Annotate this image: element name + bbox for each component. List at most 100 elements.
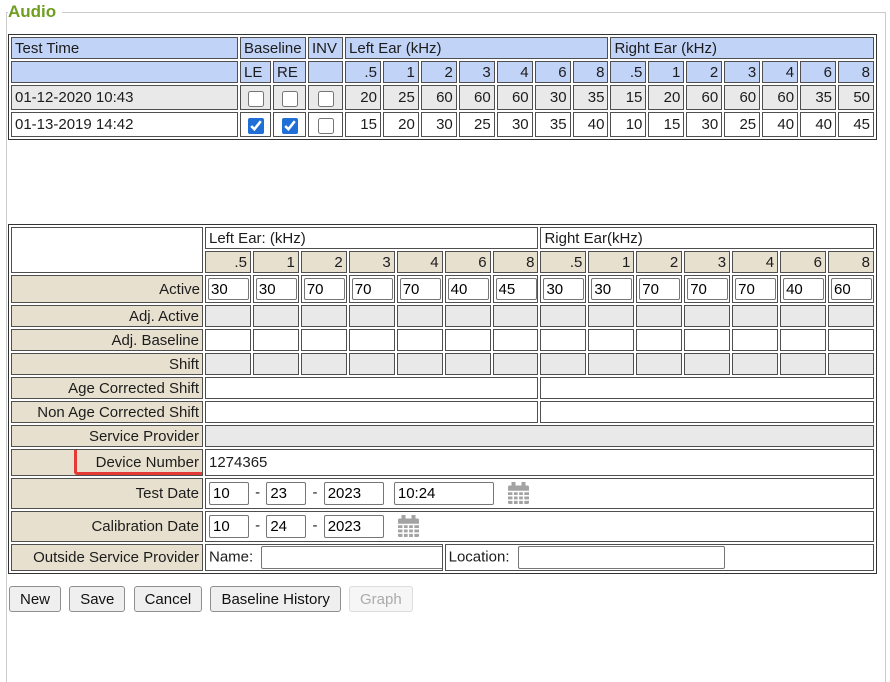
calibration-date-row: Calibration Date - - <box>11 511 874 542</box>
row-label-adj-active: Adj. Active <box>11 305 203 327</box>
col-header-left-ear: Left Ear (kHz) <box>345 37 608 59</box>
col-header-baseline: Baseline <box>240 37 306 59</box>
re-baseline-checkbox[interactable] <box>282 91 298 107</box>
age-corrected-shift-row: Age Corrected Shift <box>11 377 874 399</box>
re-baseline-checkbox[interactable] <box>282 118 298 134</box>
inv-checkbox[interactable] <box>318 91 334 107</box>
calendar-icon[interactable] <box>396 514 421 539</box>
row-label-device-number: Device Number <box>11 449 203 476</box>
freq-header: 1 <box>253 251 299 273</box>
device-number-row: Device Number 1274365 <box>11 449 874 476</box>
active-threshold-input[interactable] <box>400 278 441 300</box>
threshold-cell: 40 <box>573 112 609 137</box>
blank-corner-cell <box>11 227 203 273</box>
test-date-day-input[interactable] <box>266 482 306 505</box>
threshold-cell: 30 <box>535 85 571 110</box>
freq-header: 2 <box>686 61 722 83</box>
calibration-date-month-input[interactable] <box>209 515 249 538</box>
active-threshold-input[interactable] <box>639 278 680 300</box>
col-header-test-time: Test Time <box>11 37 238 59</box>
threshold-cell: 20 <box>345 85 381 110</box>
freq-header: 8 <box>573 61 609 83</box>
provider-location-input[interactable] <box>518 546 725 569</box>
inv-checkbox[interactable] <box>318 118 334 134</box>
current-test-table: Left Ear: (kHz) Right Ear(kHz) .5 1 2 3 … <box>8 224 877 574</box>
freq-header: 4 <box>732 251 778 273</box>
active-threshold-input[interactable] <box>208 278 249 300</box>
col-header-le: LE <box>240 61 271 83</box>
active-threshold-input[interactable] <box>256 278 297 300</box>
test-row-2019: 01-13-2019 14:42 15 20 30 25 30 35 40 10… <box>11 112 874 137</box>
freq-header: 2 <box>636 251 682 273</box>
active-threshold-input[interactable] <box>687 278 728 300</box>
threshold-cell: 25 <box>724 112 760 137</box>
date-separator: - <box>313 517 318 534</box>
calibration-date-year-input[interactable] <box>324 515 384 538</box>
col-header-re: RE <box>273 61 306 83</box>
active-threshold-input[interactable] <box>352 278 393 300</box>
inv-cell <box>308 85 343 110</box>
provider-name-input[interactable] <box>261 546 442 569</box>
threshold-cell: 30 <box>497 112 533 137</box>
blank-header-cell <box>11 61 238 83</box>
freq-header: 1 <box>648 61 684 83</box>
test-time-cell: 01-12-2020 10:43 <box>11 85 238 110</box>
threshold-cell: 50 <box>838 85 874 110</box>
audio-section: Audio Test Time Baseline INV Left Ear (k… <box>6 2 886 682</box>
threshold-cell: 20 <box>648 85 684 110</box>
active-threshold-input[interactable] <box>783 278 824 300</box>
test-date-year-input[interactable] <box>324 482 384 505</box>
test-time-input[interactable] <box>394 482 494 505</box>
test-date-month-input[interactable] <box>209 482 249 505</box>
save-button[interactable]: Save <box>69 586 125 612</box>
active-row: Active <box>11 275 874 303</box>
action-button-bar: New Save Cancel Baseline History Graph <box>9 586 885 612</box>
active-threshold-input[interactable] <box>543 278 584 300</box>
threshold-cell: 40 <box>800 112 836 137</box>
non-age-corrected-shift-row: Non Age Corrected Shift <box>11 401 874 423</box>
active-threshold-input[interactable] <box>591 278 632 300</box>
active-threshold-input[interactable] <box>831 278 872 300</box>
freq-header: .5 <box>345 61 381 83</box>
col-header-inv: INV <box>308 37 343 59</box>
audio-section-title: Audio <box>8 2 62 22</box>
active-threshold-input[interactable] <box>304 278 345 300</box>
le-baseline-checkbox[interactable] <box>248 91 264 107</box>
adj-active-row: Adj. Active <box>11 305 874 327</box>
test-time-cell: 01-13-2019 14:42 <box>11 112 238 137</box>
calibration-date-day-input[interactable] <box>266 515 306 538</box>
baseline-history-button[interactable]: Baseline History <box>210 586 340 612</box>
re-baseline-cell <box>273 85 306 110</box>
active-threshold-input[interactable] <box>448 278 489 300</box>
freq-header: 8 <box>828 251 874 273</box>
new-button[interactable]: New <box>9 586 61 612</box>
threshold-cell: 10 <box>610 112 646 137</box>
threshold-cell: 20 <box>383 112 419 137</box>
freq-header: 4 <box>497 61 533 83</box>
calendar-icon[interactable] <box>506 481 531 506</box>
active-threshold-input[interactable] <box>496 278 537 300</box>
adj-baseline-row: Adj. Baseline <box>11 329 874 351</box>
freq-header: 3 <box>349 251 395 273</box>
threshold-cell: 30 <box>686 112 722 137</box>
row-label-service-provider: Service Provider <box>11 425 203 447</box>
freq-header: 6 <box>800 61 836 83</box>
threshold-cell: 15 <box>345 112 381 137</box>
threshold-cell: 60 <box>724 85 760 110</box>
shift-row: Shift <box>11 353 874 375</box>
le-baseline-checkbox[interactable] <box>248 118 264 134</box>
threshold-cell: 25 <box>383 85 419 110</box>
active-threshold-input[interactable] <box>735 278 776 300</box>
freq-header: 3 <box>724 61 760 83</box>
blank-header-cell <box>308 61 343 83</box>
threshold-cell: 15 <box>610 85 646 110</box>
location-label: Location: <box>449 548 510 565</box>
col-header-right-ear: Right Ear (kHz) <box>610 37 874 59</box>
test-row-2020: 01-12-2020 10:43 20 25 60 60 60 30 35 15… <box>11 85 874 110</box>
date-separator: - <box>255 517 260 534</box>
cancel-button[interactable]: Cancel <box>134 586 203 612</box>
outside-service-provider-row: Outside Service Provider Name: Location: <box>11 544 874 571</box>
threshold-cell: 35 <box>573 85 609 110</box>
threshold-cell: 30 <box>421 112 457 137</box>
row-label-shift: Shift <box>11 353 203 375</box>
